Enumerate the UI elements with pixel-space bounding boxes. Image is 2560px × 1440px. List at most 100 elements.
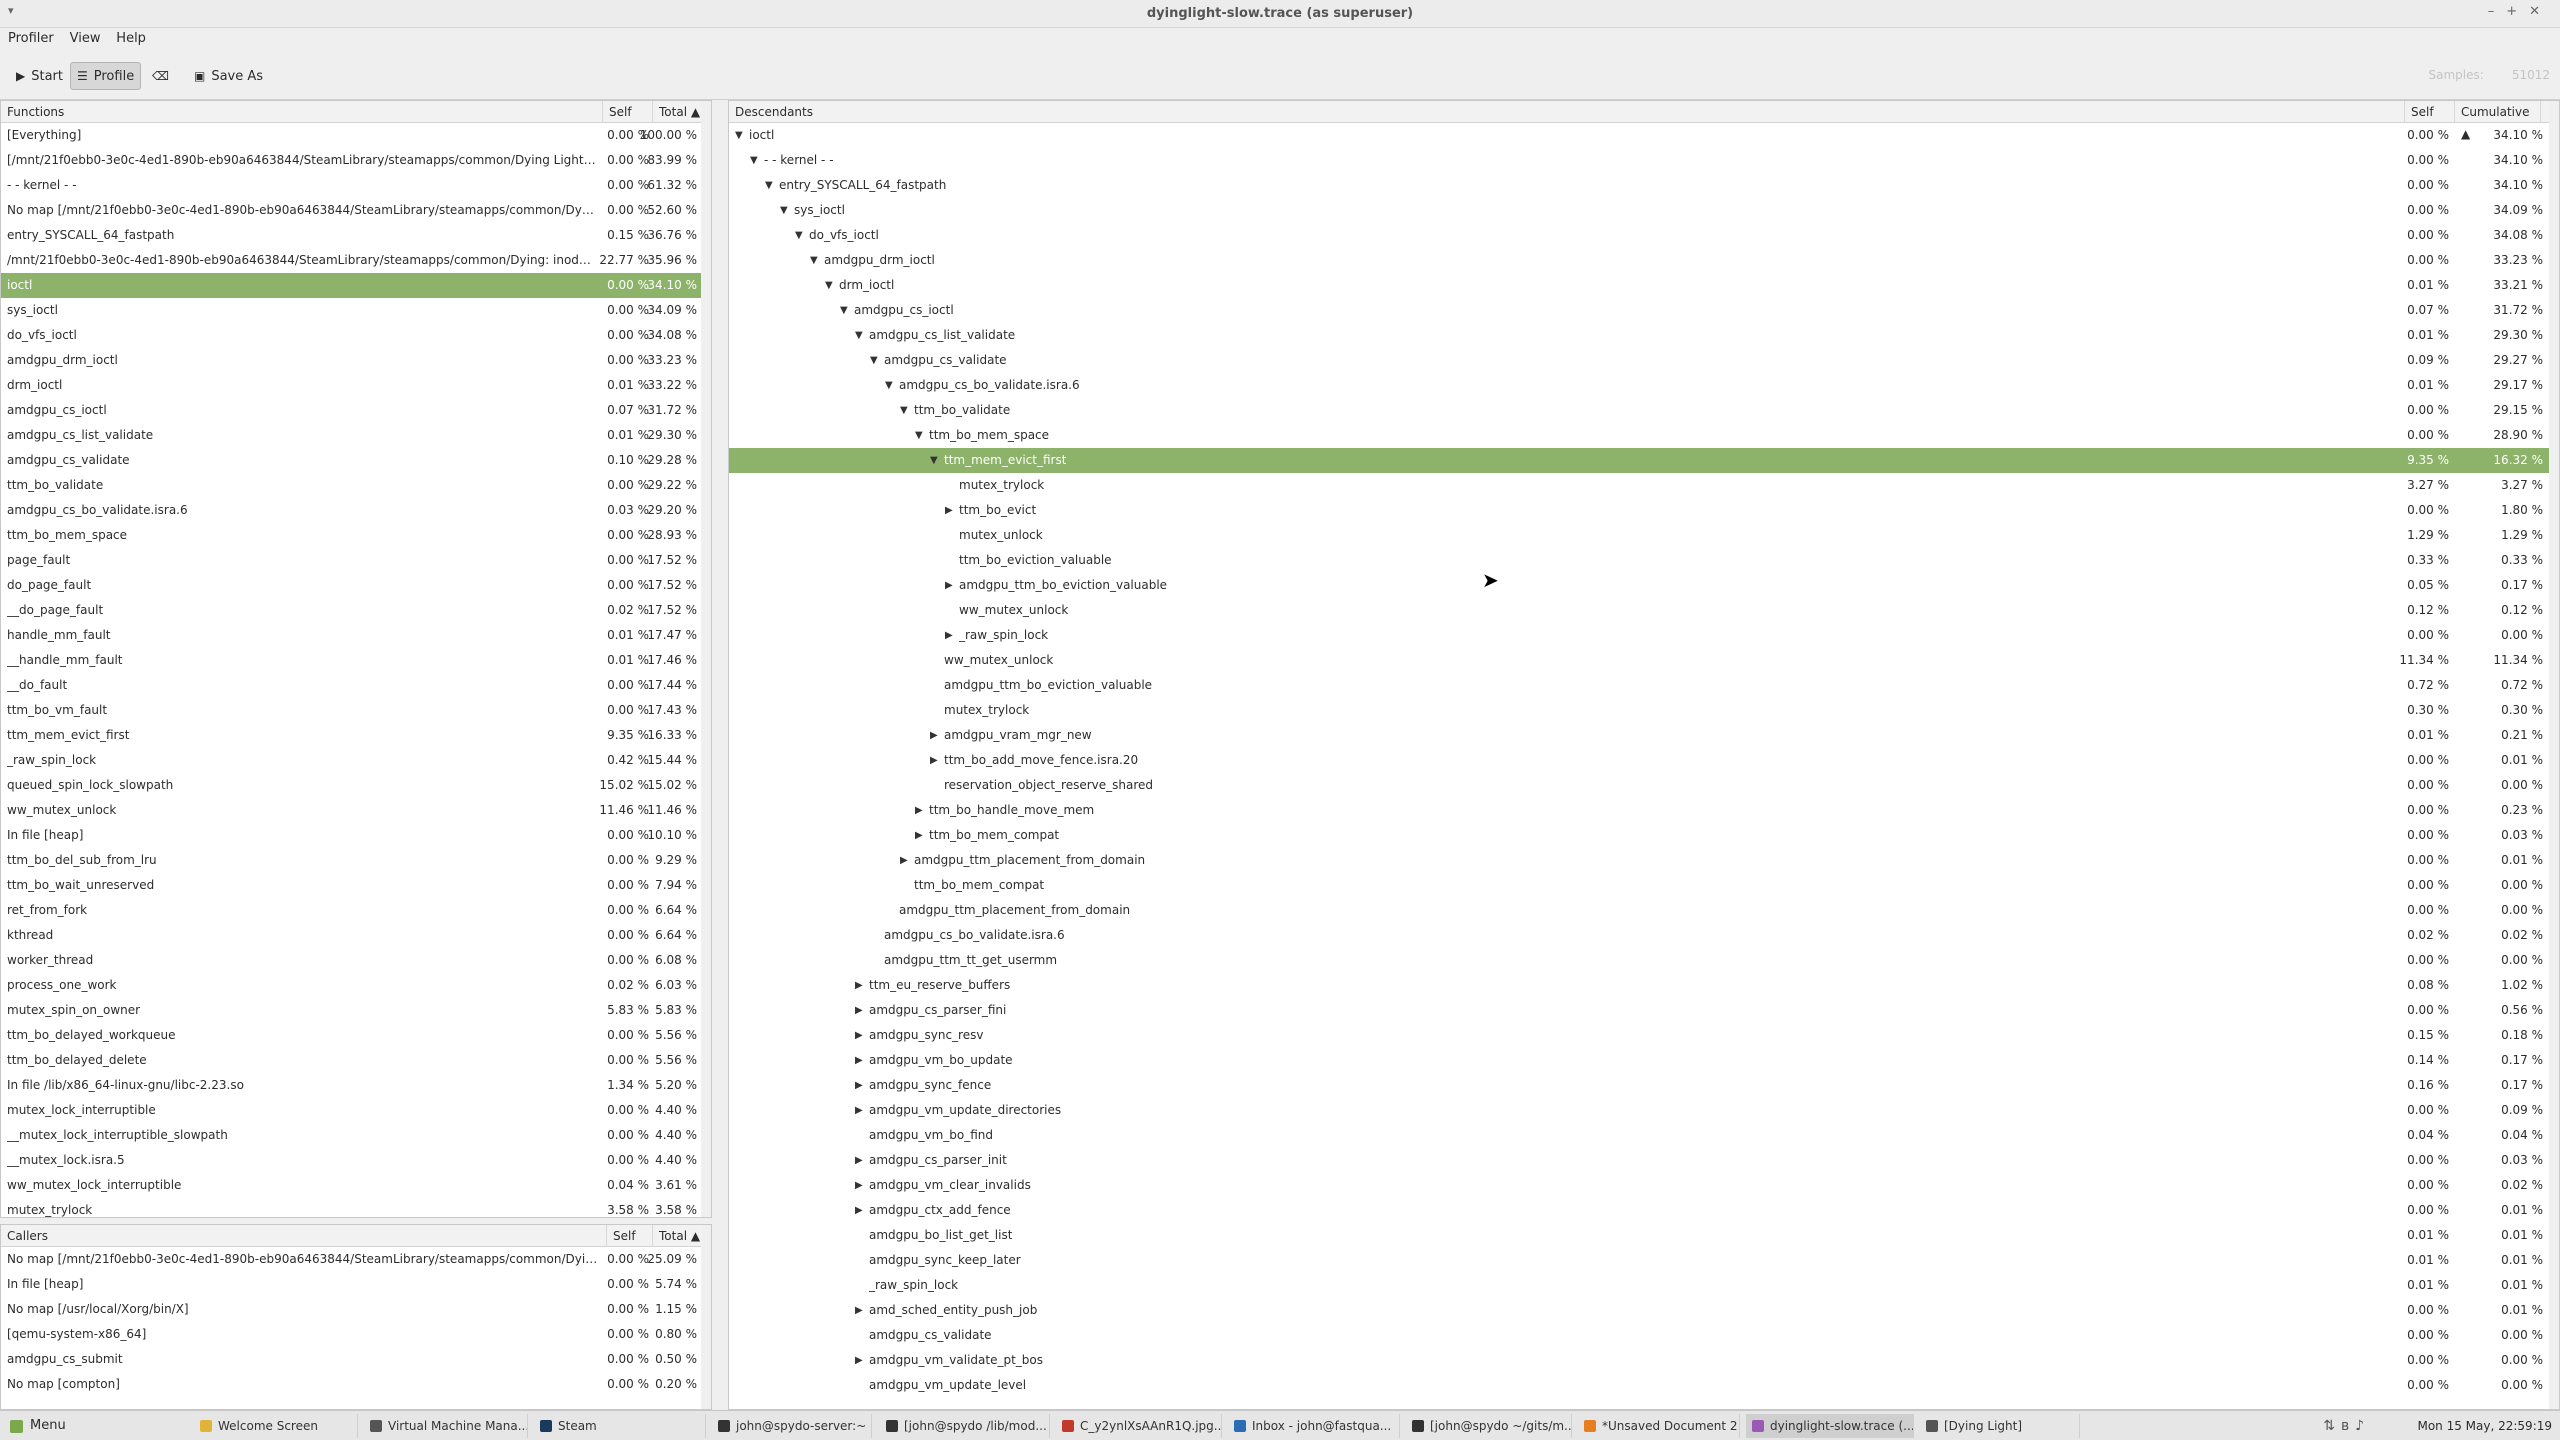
table-row[interactable]: queued_spin_lock_slowpath 15.02 % 15.02 %	[1, 773, 711, 798]
table-row[interactable]: __do_fault 0.00 % 17.44 %	[1, 673, 711, 698]
table-row[interactable]: ttm_bo_delayed_delete 0.00 % 5.56 %	[1, 1048, 711, 1073]
collapsed-arrow-icon[interactable]: ▶	[855, 1073, 863, 1098]
tree-row[interactable]: ttm_bo_mem_compat 0.00 % 0.00 %	[729, 873, 2559, 898]
expanded-arrow-icon[interactable]: ▼	[825, 273, 833, 298]
collapsed-arrow-icon[interactable]: ▶	[855, 1348, 863, 1373]
functions-scrollbar[interactable]	[701, 101, 711, 1217]
table-row[interactable]: In file [heap] 0.00 % 10.10 %	[1, 823, 711, 848]
taskbar-item[interactable]: john@spydo-server:~	[712, 1414, 872, 1438]
tree-row[interactable]: amdgpu_ttm_tt_get_usermm 0.00 % 0.00 %	[729, 948, 2559, 973]
tree-row[interactable]: ▶ ttm_bo_mem_compat 0.00 % 0.03 %	[729, 823, 2559, 848]
collapsed-arrow-icon[interactable]: ▶	[915, 798, 923, 823]
window-controls[interactable]: –+✕	[2488, 4, 2552, 19]
collapsed-arrow-icon[interactable]: ▶	[945, 573, 953, 598]
table-row[interactable]: page_fault 0.00 % 17.52 %	[1, 548, 711, 573]
tree-row[interactable]: ▶ ttm_eu_reserve_buffers 0.08 % 1.02 %	[729, 973, 2559, 998]
collapsed-arrow-icon[interactable]: ▶	[855, 1148, 863, 1173]
table-row[interactable]: No map [compton] 0.00 % 0.20 %	[1, 1372, 711, 1397]
tree-row[interactable]: ▼ ttm_bo_validate 0.00 % 29.15 %	[729, 398, 2559, 423]
tree-row[interactable]: amdgpu_cs_bo_validate.isra.6 0.02 % 0.02 %	[729, 923, 2559, 948]
taskbar-item[interactable]: Welcome Screen	[194, 1414, 358, 1438]
tree-row[interactable]: ▼ ioctl 0.00 % 34.10 %	[729, 123, 2559, 148]
table-row[interactable]: mutex_lock_interruptible 0.00 % 4.40 %	[1, 1098, 711, 1123]
tree-row[interactable]: ▶ amdgpu_ctx_add_fence 0.00 % 0.01 %	[729, 1198, 2559, 1223]
table-row[interactable]: process_one_work 0.02 % 6.03 %	[1, 973, 711, 998]
table-row[interactable]: mutex_trylock 3.58 % 3.58 %	[1, 1198, 711, 1217]
close-icon[interactable]: ✕	[2529, 4, 2552, 19]
expanded-arrow-icon[interactable]: ▼	[855, 323, 863, 348]
tree-row[interactable]: ▼ amdgpu_drm_ioctl 0.00 % 33.23 %	[729, 248, 2559, 273]
tree-row[interactable]: ▶ ttm_bo_handle_move_mem 0.00 % 0.23 %	[729, 798, 2559, 823]
tree-row[interactable]: ww_mutex_unlock 11.34 % 11.34 %	[729, 648, 2559, 673]
table-row[interactable]: sys_ioctl 0.00 % 34.09 %	[1, 298, 711, 323]
vertical-splitter[interactable]	[712, 100, 728, 1410]
expanded-arrow-icon[interactable]: ▼	[810, 248, 818, 273]
tree-row[interactable]: ▼ amdgpu_cs_validate 0.09 % 29.27 %	[729, 348, 2559, 373]
descendants-self-column[interactable]: Self	[2405, 101, 2455, 123]
tree-row[interactable]: ▶ amdgpu_ttm_bo_eviction_valuable 0.05 % 0.…	[729, 573, 2559, 598]
table-row[interactable]: amdgpu_cs_bo_validate.isra.6 0.03 % 29.20 …	[1, 498, 711, 523]
table-row[interactable]: do_vfs_ioctl 0.00 % 34.08 %	[1, 323, 711, 348]
tree-row[interactable]: ▼ drm_ioctl 0.01 % 33.21 %	[729, 273, 2559, 298]
table-row[interactable]: _raw_spin_lock 0.42 % 15.44 %	[1, 748, 711, 773]
collapsed-arrow-icon[interactable]: ▶	[855, 973, 863, 998]
taskbar-item[interactable]: [Dying Light]	[1920, 1414, 2080, 1438]
collapsed-arrow-icon[interactable]: ▶	[900, 848, 908, 873]
table-row[interactable]: amdgpu_cs_list_validate 0.01 % 29.30 %	[1, 423, 711, 448]
taskbar-item[interactable]: [john@spydo /lib/mod...	[880, 1414, 1050, 1438]
table-row[interactable]: amdgpu_cs_ioctl 0.07 % 31.72 %	[1, 398, 711, 423]
tree-row[interactable]: ▼ ttm_bo_mem_space 0.00 % 28.90 %	[729, 423, 2559, 448]
volume-icon[interactable]: ♪	[2355, 1418, 2370, 1434]
table-row[interactable]: handle_mm_fault 0.01 % 17.47 %	[1, 623, 711, 648]
tree-row[interactable]: amdgpu_vm_bo_find 0.04 % 0.04 %	[729, 1123, 2559, 1148]
table-row[interactable]: /mnt/21f0ebb0-3e0c-4ed1-890b-eb90a646384…	[1, 248, 711, 273]
functions-name-column[interactable]: Functions	[1, 101, 603, 123]
collapsed-arrow-icon[interactable]: ▶	[915, 823, 923, 848]
taskbar-item[interactable]: Inbox - john@fastqua...	[1228, 1414, 1400, 1438]
collapsed-arrow-icon[interactable]: ▶	[855, 998, 863, 1023]
tree-row[interactable]: ▶ ttm_bo_evict 0.00 % 1.80 %	[729, 498, 2559, 523]
expanded-arrow-icon[interactable]: ▼	[765, 173, 773, 198]
tree-row[interactable]: ▶ amdgpu_cs_parser_init 0.00 % 0.03 %	[729, 1148, 2559, 1173]
tree-row[interactable]: ▼ amdgpu_cs_ioctl 0.07 % 31.72 %	[729, 298, 2559, 323]
table-row[interactable]: amdgpu_drm_ioctl 0.00 % 33.23 %	[1, 348, 711, 373]
tree-row[interactable]: ww_mutex_unlock 0.12 % 0.12 %	[729, 598, 2559, 623]
tree-row[interactable]: ▶ amdgpu_ttm_placement_from_domain 0.00 % 0…	[729, 848, 2559, 873]
tree-row[interactable]: ▼ entry_SYSCALL_64_fastpath 0.00 % 34.10 %	[729, 173, 2559, 198]
save-as-button[interactable]: ▣ Save As	[188, 62, 269, 90]
callers-scrollbar[interactable]	[701, 1225, 711, 1409]
tree-row[interactable]: ▶ amdgpu_vm_clear_invalids 0.00 % 0.02 %	[729, 1173, 2559, 1198]
menu-profiler[interactable]: Profiler	[0, 28, 58, 46]
table-row[interactable]: drm_ioctl 0.01 % 33.22 %	[1, 373, 711, 398]
expanded-arrow-icon[interactable]: ▼	[795, 223, 803, 248]
tree-row[interactable]: reservation_object_reserve_shared 0.00 % 0…	[729, 773, 2559, 798]
table-row[interactable]: __handle_mm_fault 0.01 % 17.46 %	[1, 648, 711, 673]
table-row[interactable]: __mutex_lock.isra.5 0.00 % 4.40 %	[1, 1148, 711, 1173]
clock[interactable]: Mon 15 May, 22:59:19	[2417, 1419, 2552, 1433]
collapsed-arrow-icon[interactable]: ▶	[855, 1048, 863, 1073]
descendants-cumulative-column[interactable]: Cumulative ▲	[2455, 101, 2541, 141]
table-row[interactable]: ttm_bo_del_sub_from_lru 0.00 % 9.29 %	[1, 848, 711, 873]
tree-row[interactable]: amdgpu_bo_list_get_list 0.01 % 0.01 %	[729, 1223, 2559, 1248]
callers-name-column[interactable]: Callers	[1, 1225, 607, 1247]
collapsed-arrow-icon[interactable]: ▶	[855, 1198, 863, 1223]
tree-row[interactable]: ▶ amdgpu_vram_mgr_new 0.01 % 0.21 %	[729, 723, 2559, 748]
table-row[interactable]: amdgpu_cs_submit 0.00 % 0.50 %	[1, 1347, 711, 1372]
collapsed-arrow-icon[interactable]: ▶	[930, 723, 938, 748]
tree-row[interactable]: amdgpu_sync_keep_later 0.01 % 0.01 %	[729, 1248, 2559, 1273]
expanded-arrow-icon[interactable]: ▼	[870, 348, 878, 373]
taskbar-item[interactable]: Virtual Machine Mana...	[364, 1414, 528, 1438]
menu-help[interactable]: Help	[108, 28, 150, 46]
table-row[interactable]: [qemu-system-x86_64] 0.00 % 0.80 %	[1, 1322, 711, 1347]
expanded-arrow-icon[interactable]: ▼	[750, 148, 758, 173]
functions-self-column[interactable]: Self	[603, 101, 653, 123]
table-row[interactable]: do_page_fault 0.00 % 17.52 %	[1, 573, 711, 598]
taskbar-item[interactable]: Steam	[534, 1414, 706, 1438]
tree-row[interactable]: ▼ amdgpu_cs_list_validate 0.01 % 29.30 %	[729, 323, 2559, 348]
descendants-name-column[interactable]: Descendants	[729, 101, 2405, 123]
collapsed-arrow-icon[interactable]: ▶	[855, 1173, 863, 1198]
callers-total-column[interactable]: Total ▲	[653, 1225, 703, 1247]
table-row[interactable]: ioctl 0.00 % 34.10 %	[1, 273, 711, 298]
collapsed-arrow-icon[interactable]: ▶	[930, 748, 938, 773]
tree-row[interactable]: ttm_bo_eviction_valuable 0.33 % 0.33 %	[729, 548, 2559, 573]
